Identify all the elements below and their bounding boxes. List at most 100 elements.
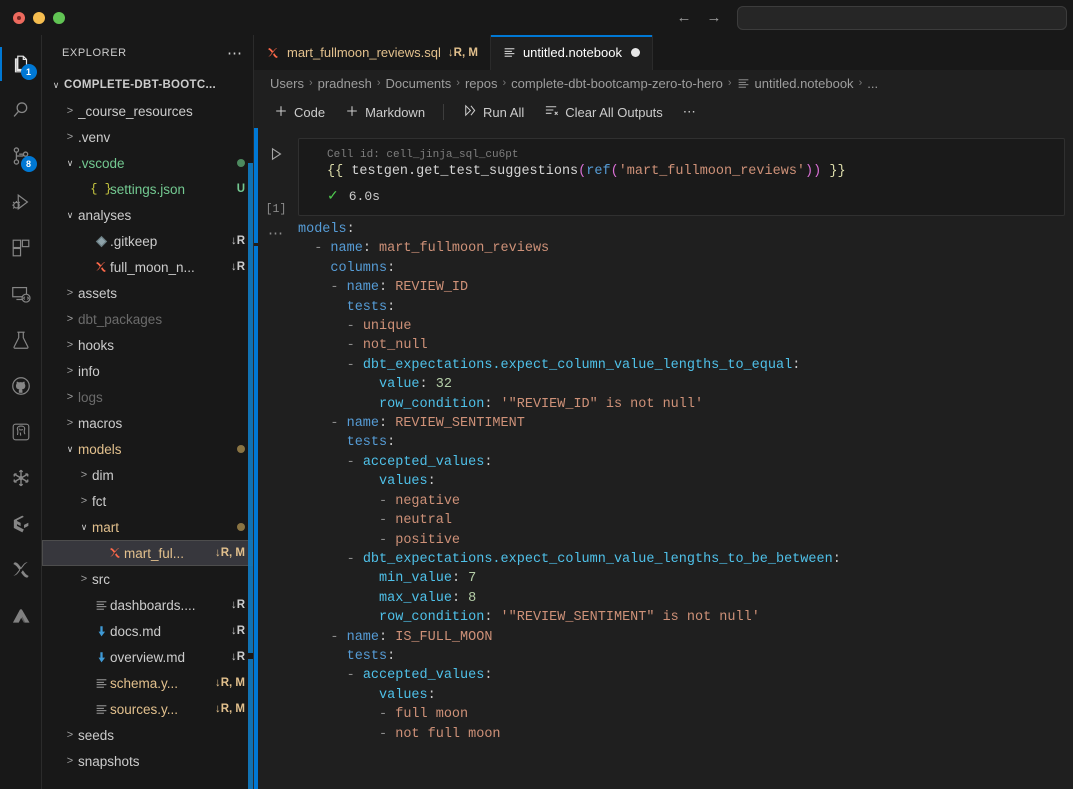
- activity-item-remote-explorer[interactable]: [0, 271, 42, 317]
- sidebar-scrollbar-lower[interactable]: [248, 659, 253, 789]
- activity-item-github[interactable]: [0, 363, 42, 409]
- tree-item-venv[interactable]: > .venv: [42, 124, 253, 150]
- breadcrumb-item[interactable]: pradnesh: [318, 76, 372, 91]
- tree-item-mart-ful[interactable]: mart_ful... ↓R, M: [42, 540, 253, 566]
- tree-item-vscode[interactable]: ∨ .vscode: [42, 150, 253, 176]
- chevron-down-icon[interactable]: ∨: [62, 444, 78, 455]
- tree-item-hooks[interactable]: > hooks: [42, 332, 253, 358]
- output-line: values:: [298, 472, 1063, 491]
- tree-item-macros[interactable]: > macros: [42, 410, 253, 436]
- tab-mart-fullmoon-reviews-sql[interactable]: mart_fullmoon_reviews.sql ↓R, M: [254, 35, 491, 70]
- tree-item-assets[interactable]: > assets: [42, 280, 253, 306]
- notebook-cell[interactable]: [1] Cell id: cell_jinja_sql_cu6pt {{ tes…: [254, 128, 1073, 216]
- git-status-badge: U: [236, 183, 245, 195]
- tree-item-docs-md[interactable]: docs.md ↓R: [42, 618, 253, 644]
- activity-item-snowflake[interactable]: [0, 455, 42, 501]
- activity-item-extensions[interactable]: [0, 225, 42, 271]
- tree-item-src[interactable]: > src: [42, 566, 253, 592]
- chevron-right-icon[interactable]: >: [62, 365, 78, 377]
- breadcrumb-label: repos: [464, 75, 498, 91]
- tree-item-info[interactable]: > info: [42, 358, 253, 384]
- ellipsis-icon[interactable]: ⋯: [227, 44, 247, 62]
- activity-item-search[interactable]: [0, 87, 42, 133]
- chevron-right-icon[interactable]: >: [62, 313, 78, 325]
- notebook-scroll-area[interactable]: [1] Cell id: cell_jinja_sql_cu6pt {{ tes…: [254, 128, 1073, 789]
- breadcrumb-item[interactable]: repos: [465, 76, 498, 91]
- breadcrumb-item[interactable]: untitled.notebook: [737, 76, 854, 91]
- chevron-right-icon[interactable]: >: [62, 417, 78, 429]
- tree-item-snapshots[interactable]: > snapshots: [42, 748, 253, 774]
- activity-item-testing[interactable]: [0, 317, 42, 363]
- chevron-right-icon[interactable]: >: [62, 755, 78, 767]
- output-more-actions[interactable]: ⋯: [254, 220, 298, 744]
- unsaved-indicator-icon[interactable]: [630, 48, 640, 57]
- tree-item-sources-y[interactable]: sources.y... ↓R, M: [42, 696, 253, 722]
- tree-item-overview-md[interactable]: overview.md ↓R: [42, 644, 253, 670]
- tree-item-schema-y[interactable]: schema.y... ↓R, M: [42, 670, 253, 696]
- chevron-right-icon[interactable]: >: [62, 391, 78, 403]
- activity-item-source-control[interactable]: 8: [0, 133, 42, 179]
- chevron-right-icon[interactable]: >: [62, 131, 78, 143]
- chevron-right-icon[interactable]: >: [62, 729, 78, 741]
- sidebar-scrollbar[interactable]: [248, 163, 253, 653]
- cell-editor[interactable]: Cell id: cell_jinja_sql_cu6pt {{ testgen…: [298, 138, 1065, 216]
- tree-item-course-resources[interactable]: > _course_resources: [42, 98, 253, 124]
- breadcrumb-item[interactable]: ...: [867, 76, 878, 91]
- notebook-more-actions-button[interactable]: ⋯: [675, 101, 705, 123]
- activity-item-postgres[interactable]: [0, 409, 42, 455]
- add-code-cell-button[interactable]: Code: [266, 101, 333, 124]
- yaml-token: -: [298, 513, 396, 529]
- chevron-right-icon[interactable]: >: [62, 287, 78, 299]
- chevron-down-icon[interactable]: ∨: [62, 210, 78, 221]
- yaml-token: name: [346, 280, 380, 296]
- tree-item-fct[interactable]: > fct: [42, 488, 253, 514]
- activity-item-run-and-debug[interactable]: [0, 179, 42, 225]
- tree-item-label: dashboards....: [110, 597, 196, 613]
- tree-item-full-moon-n[interactable]: full_moon_n... ↓R: [42, 254, 253, 280]
- tree-item-mart[interactable]: ∨ mart: [42, 514, 253, 540]
- activity-item-dbt-power-user[interactable]: [0, 547, 42, 593]
- cell-status-bar: ✓ 6.0s: [299, 182, 1064, 213]
- tree-item-analyses[interactable]: ∨ analyses: [42, 202, 253, 228]
- tree-item-models[interactable]: ∨ models: [42, 436, 253, 462]
- tree-item-dim[interactable]: > dim: [42, 462, 253, 488]
- breadcrumb[interactable]: Users › pradnesh › Documents › repos › complete-…: [254, 70, 1073, 96]
- git-status-badge: ↓R: [230, 261, 245, 273]
- tree-item-logs[interactable]: > logs: [42, 384, 253, 410]
- git-status-badge: ↓R, M: [214, 677, 245, 689]
- output-line: - full moon: [298, 705, 1063, 724]
- yaml-token: tests: [346, 435, 388, 451]
- chevron-right-icon[interactable]: >: [76, 469, 92, 481]
- tree-item-gitkeep[interactable]: .gitkeep ↓R: [42, 228, 253, 254]
- play-icon[interactable]: [268, 146, 284, 165]
- cell-source-code[interactable]: {{ testgen.get_test_suggestions(ref('mar…: [299, 162, 1064, 182]
- activity-item-gitlens[interactable]: [0, 501, 42, 547]
- activity-item-explorer[interactable]: 1: [0, 41, 42, 87]
- chevron-right-icon[interactable]: >: [76, 495, 92, 507]
- chevron-down-icon[interactable]: ∨: [76, 522, 92, 533]
- folder-change-dot: [237, 159, 245, 167]
- chevron-right-icon[interactable]: >: [62, 339, 78, 351]
- chevron-right-icon[interactable]: >: [76, 573, 92, 585]
- arrow-left-icon[interactable]: ←: [669, 6, 699, 30]
- clear-all-outputs-button[interactable]: Clear All Outputs: [536, 100, 671, 124]
- tree-item-dbt-packages[interactable]: > dbt_packages: [42, 306, 253, 332]
- tree-item-dashboards[interactable]: dashboards.... ↓R: [42, 592, 253, 618]
- chevron-right-icon[interactable]: >: [62, 105, 78, 117]
- arrow-right-icon[interactable]: →: [699, 6, 729, 30]
- tree-item-settings-json[interactable]: { } settings.json U: [42, 176, 253, 202]
- breadcrumb-item[interactable]: Users: [270, 76, 304, 91]
- tab-untitled-notebook[interactable]: untitled.notebook: [490, 35, 653, 70]
- tree-item-seeds[interactable]: > seeds: [42, 722, 253, 748]
- run-all-button[interactable]: Run All: [454, 100, 532, 124]
- add-markdown-cell-button[interactable]: Markdown: [337, 101, 433, 124]
- command-center-input[interactable]: [737, 5, 1067, 30]
- yaml-token: [298, 610, 379, 625]
- breadcrumb-item[interactable]: Documents: [386, 76, 452, 91]
- chevron-down-icon[interactable]: ∨: [62, 158, 78, 169]
- file-tree[interactable]: ∨ COMPLETE-DBT-BOOTC... > _course_resources…: [42, 70, 253, 789]
- tree-item-complete-dbt-bootc[interactable]: ∨ COMPLETE-DBT-BOOTC...: [42, 72, 253, 98]
- activity-item-atlassian[interactable]: [0, 593, 42, 639]
- chevron-down-icon[interactable]: ∨: [48, 80, 64, 91]
- breadcrumb-item[interactable]: complete-dbt-bootcamp-zero-to-hero: [511, 76, 723, 91]
